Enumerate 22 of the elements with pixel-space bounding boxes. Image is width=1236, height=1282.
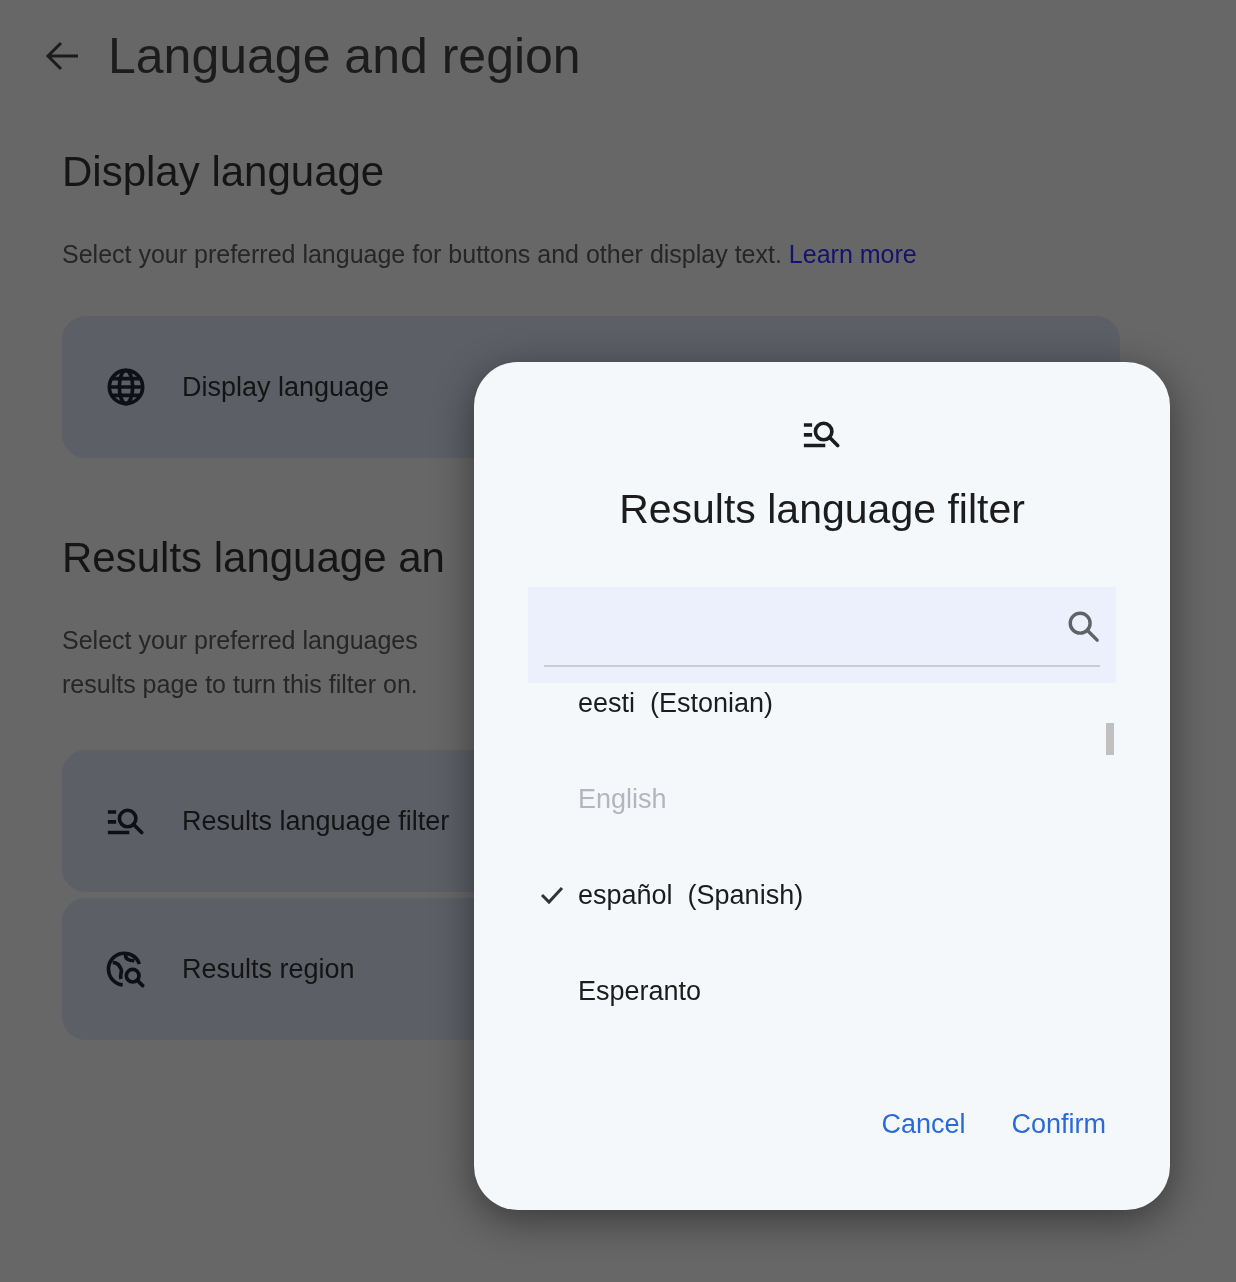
search-field[interactable] — [528, 587, 1116, 683]
search-list-icon — [106, 807, 146, 835]
checkmark-icon — [540, 885, 564, 905]
section-description: results page to turn this filter on. — [62, 670, 418, 698]
section-description: Select your preferred languages — [62, 626, 418, 654]
globe-search-icon — [106, 949, 146, 989]
language-option: English — [528, 751, 1116, 847]
search-list-icon — [802, 420, 842, 448]
back-arrow-icon[interactable] — [44, 40, 80, 72]
scrollbar-thumb[interactable] — [1106, 723, 1114, 755]
language-option[interactable]: español (Spanish) — [528, 847, 1116, 943]
globe-icon — [106, 367, 146, 407]
search-icon[interactable] — [1066, 609, 1100, 643]
language-option[interactable]: Esperanto — [528, 943, 1116, 1039]
dialog-button[interactable]: Confirm — [1003, 1105, 1114, 1144]
section-heading: Results language an — [62, 534, 446, 582]
dialog-title: Results language filter — [619, 486, 1025, 533]
language-option[interactable]: eesti (Estonian) — [528, 655, 1116, 751]
section-description: Select your preferred language for buttons and other display text. — [62, 240, 782, 268]
dialog-button[interactable]: Cancel — [873, 1105, 974, 1144]
page-title: Language and region — [108, 27, 581, 85]
section-heading: Display language — [62, 148, 386, 196]
